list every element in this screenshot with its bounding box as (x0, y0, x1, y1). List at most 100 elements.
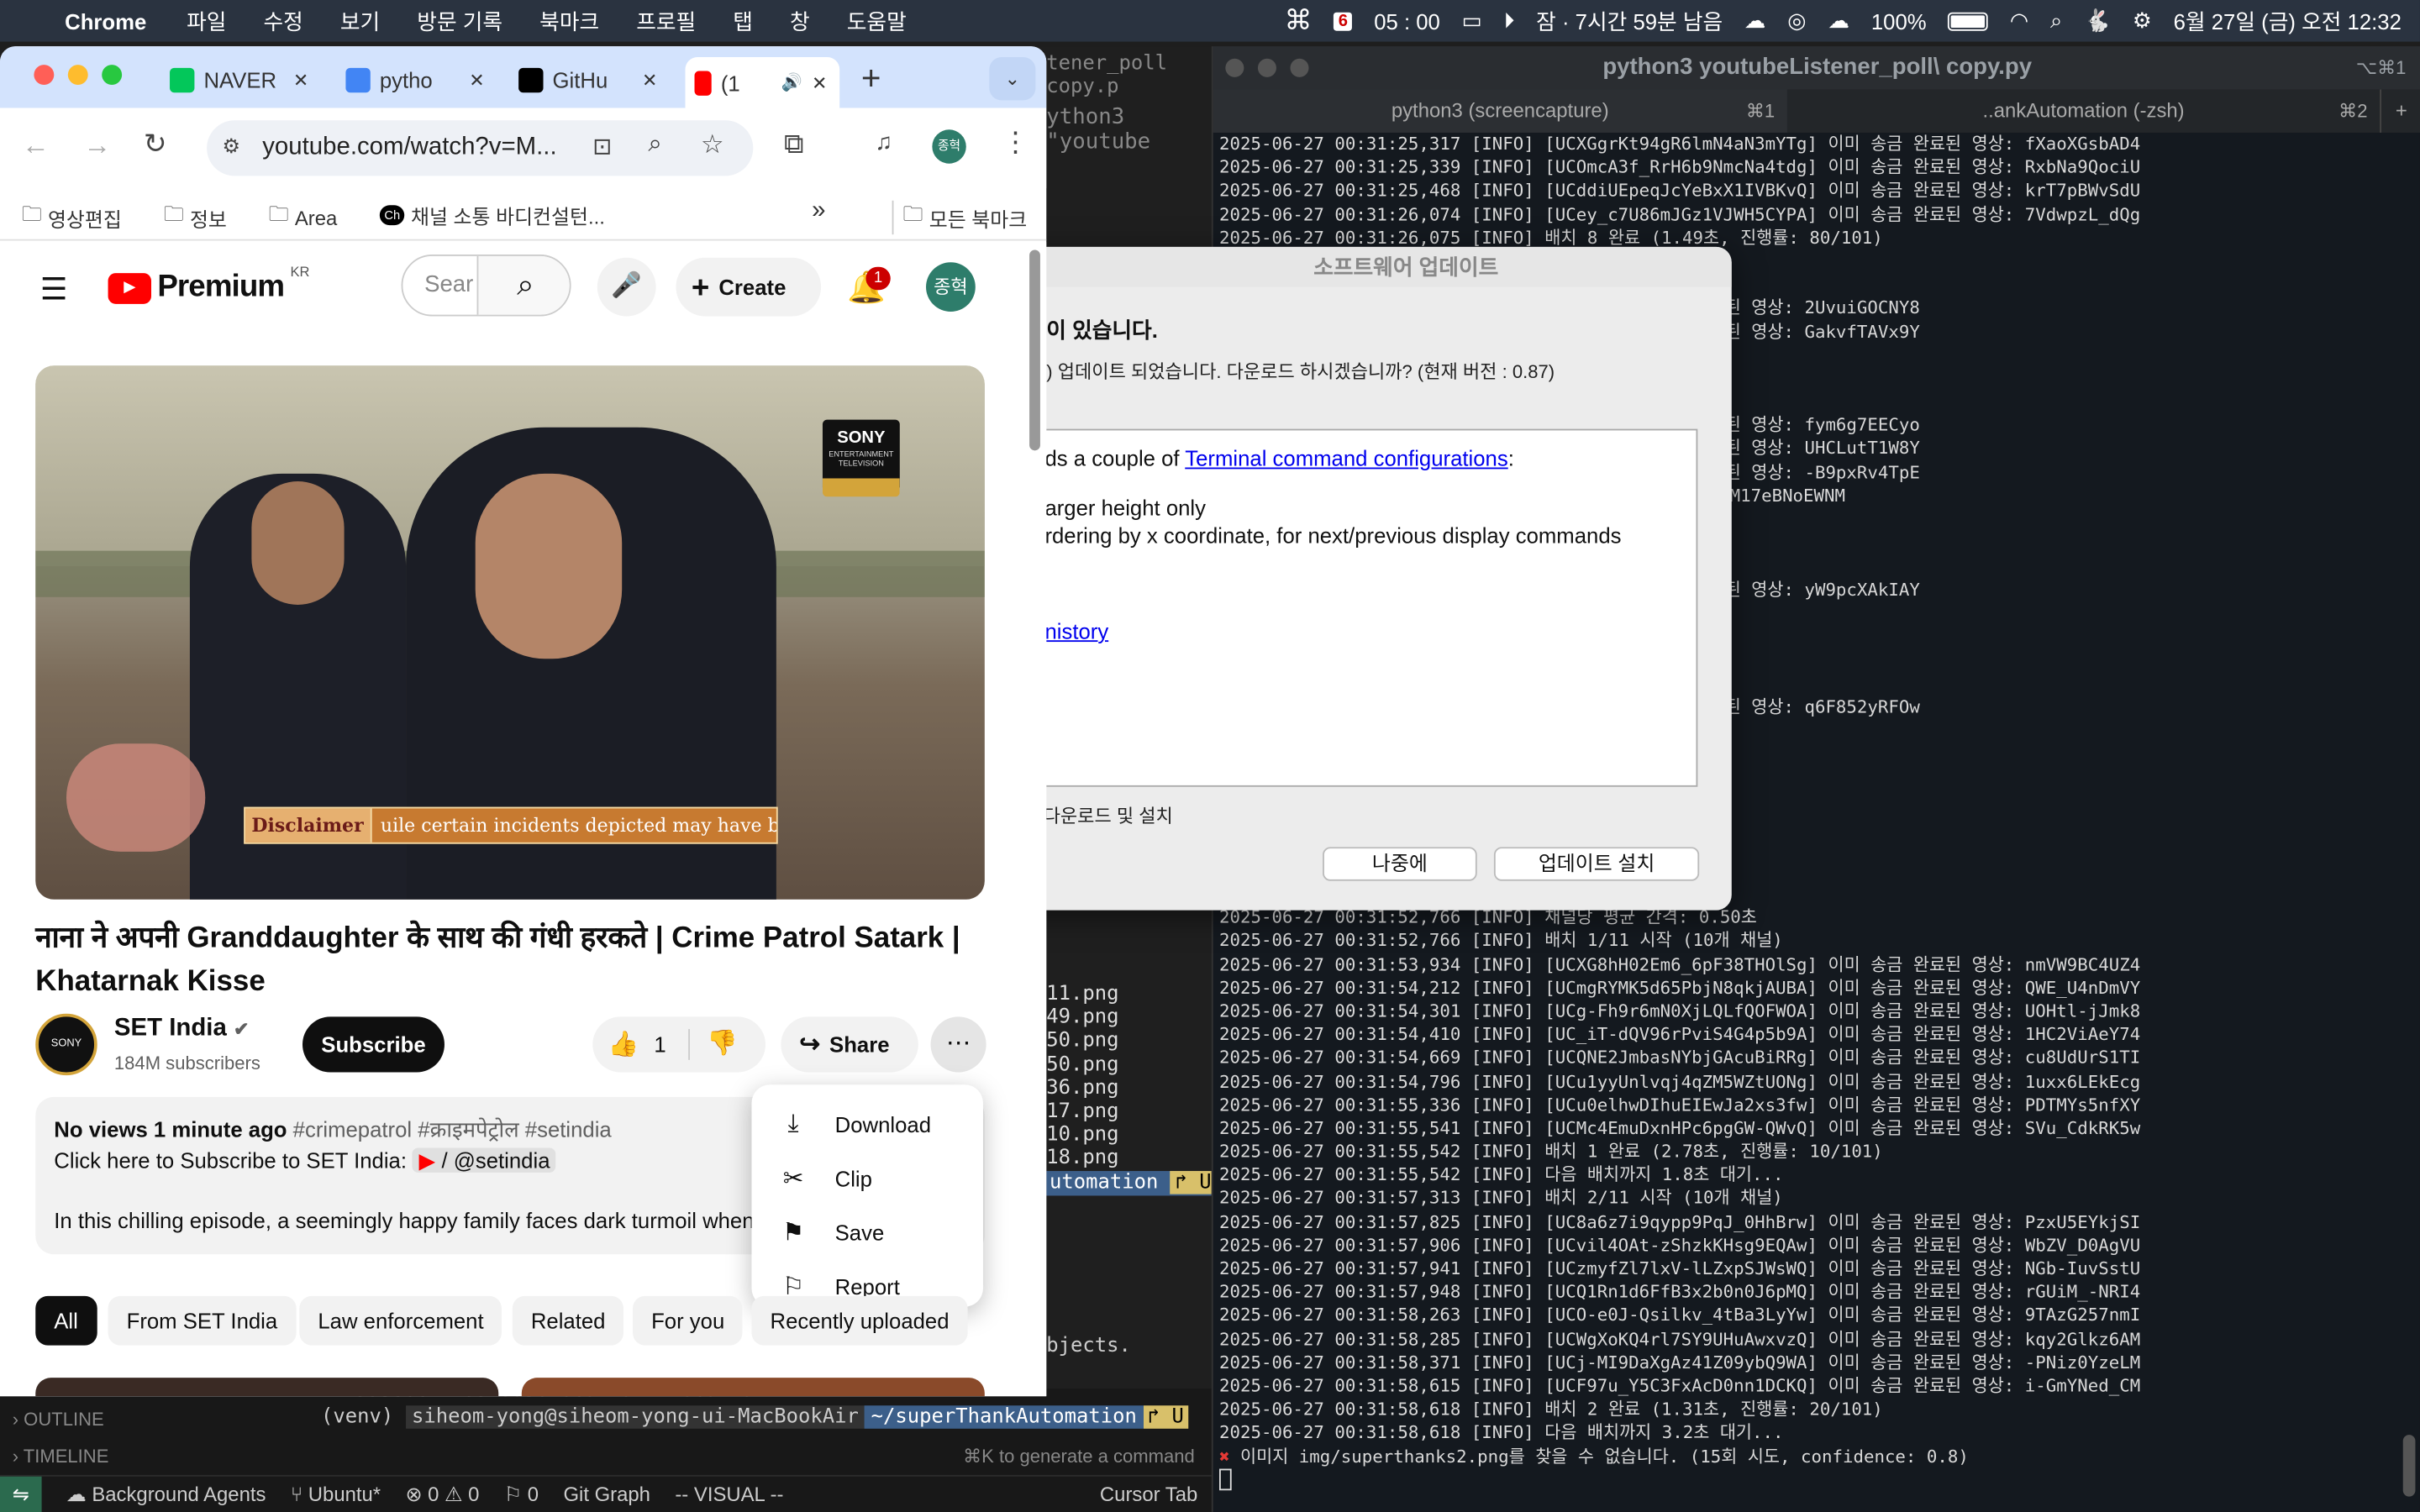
browser-tab[interactable]: pytho ✕ (336, 57, 497, 103)
close-window-button[interactable] (34, 65, 55, 86)
terminal-scrollbar[interactable] (2402, 1435, 2416, 1497)
like-button[interactable]: 👍 1 (608, 1016, 666, 1074)
hamburger-menu-icon[interactable]: ☰ (40, 270, 68, 308)
search-button[interactable]: ⌕ (476, 255, 570, 315)
browser-tab[interactable]: GitHu ✕ (509, 57, 670, 103)
later-button[interactable]: 나중에 (1323, 847, 1477, 881)
status-background-agents[interactable]: ☁ Background Agents (66, 1482, 266, 1506)
create-button[interactable]: + Create (676, 257, 822, 317)
search-box[interactable]: Search ⌕ (401, 255, 571, 317)
status-ports[interactable]: ⚐ 0 (504, 1482, 539, 1506)
bookmark-folder[interactable]: 🗀 영상편집 (22, 201, 122, 234)
filter-chip[interactable]: All (35, 1295, 97, 1346)
cloud-icon[interactable]: ☁ (1744, 8, 1766, 34)
recommendation-thumb[interactable] (35, 1378, 499, 1397)
history-link[interactable]: nistory (1044, 619, 1108, 643)
timeline-section[interactable]: › TIMELINE (13, 1446, 109, 1467)
extensions-icon[interactable]: ⧉ (784, 128, 804, 160)
vscode-tab[interactable]: tener_poll copy.p (1046, 52, 1219, 98)
voice-search-button[interactable]: 🎤 (597, 257, 656, 317)
search-icon[interactable]: ⌕ (2050, 8, 2062, 34)
tab-search-button[interactable]: ⌄ (989, 56, 1036, 101)
status-problems[interactable]: ⊗ 0 ⚠ 0 (405, 1482, 479, 1506)
filter-chip[interactable]: Recently uploaded (751, 1295, 968, 1346)
close-tab-icon[interactable]: ✕ (469, 70, 484, 92)
filter-chip[interactable]: From SET India (108, 1295, 297, 1346)
battery-icon[interactable] (1948, 11, 1989, 30)
speaker-icon[interactable]: 🔊 (781, 72, 802, 92)
video-hashtags[interactable]: #crimepatrol #क्राइमपेट्रोल #setindia (293, 1117, 612, 1142)
calendar-icon[interactable]: 6 (1334, 11, 1353, 30)
menu-clip[interactable]: ✂ Clip (751, 1151, 983, 1205)
account-avatar[interactable]: 종혁 (926, 262, 976, 312)
reload-icon[interactable]: ↻ (144, 128, 167, 160)
search-input[interactable]: Search (424, 271, 474, 297)
terminal-new-tab-button[interactable]: + (2380, 89, 2420, 133)
browser-tab[interactable]: NAVER ✕ (160, 57, 321, 103)
channel-handle-link[interactable]: ▶ / @setindia (413, 1147, 556, 1173)
more-bookmarks-icon[interactable]: » (812, 197, 825, 225)
airdrop-icon[interactable]: ◎ (1787, 8, 1806, 34)
menubar-item[interactable]: 북마크 (539, 5, 599, 36)
bookmark-link[interactable]: Ch 채널 소통 바디컨설턴... (379, 201, 605, 230)
more-actions-button[interactable]: ⋯ (930, 1016, 986, 1073)
menubar-item[interactable]: 탭 (733, 5, 753, 36)
channel-name[interactable]: SET India ✔ (114, 1016, 250, 1043)
video-player[interactable]: SONY ENTERTAINMENT TELEVISION Disclaimer… (35, 365, 985, 900)
address-bar[interactable]: ⚙ youtube.com/watch?v=M... ⊡ ⌕ ☆ (207, 120, 754, 176)
outline-section[interactable]: › OUTLINE (13, 1409, 104, 1431)
auto-install-label[interactable]: 다운로드 및 설치 (1044, 802, 1173, 828)
close-tab-icon[interactable]: ✕ (642, 70, 657, 92)
install-icon[interactable]: ⊡ (592, 133, 612, 160)
menubar-item[interactable]: 창 (790, 5, 810, 36)
youtube-logo[interactable]: ▶ Premium KR (108, 264, 309, 305)
menubar-item[interactable]: 수정 (263, 5, 302, 36)
back-icon[interactable]: ← (22, 129, 50, 162)
menu-download[interactable]: ⤓ Download (751, 1097, 983, 1151)
terminal-tab-2[interactable]: ..ankAutomation (-zsh) ⌘2 (1787, 90, 2380, 133)
terminal-config-link[interactable]: Terminal command configurations (1185, 446, 1507, 470)
bookmark-folder[interactable]: 🗀 정보 (164, 201, 227, 234)
media-controls-icon[interactable]: ♫ (875, 129, 892, 155)
bookmark-folder[interactable]: 🗀 Area (269, 201, 338, 234)
terminal-zoom-button[interactable] (1290, 58, 1309, 77)
wifi-icon[interactable]: ◠ (2010, 8, 2028, 34)
browser-tab[interactable]: (1 🔊 ✕ (685, 56, 840, 108)
minimize-window-button[interactable] (67, 65, 88, 86)
site-info-icon[interactable]: ⚙ (222, 134, 239, 159)
zoom-window-button[interactable] (102, 65, 123, 86)
close-tab-icon[interactable]: ✕ (293, 70, 308, 92)
bookmark-star-icon[interactable]: ☆ (701, 129, 724, 160)
page-scrollbar[interactable] (1029, 249, 1040, 451)
filter-chip[interactable]: Law enforcement (299, 1295, 502, 1346)
menubar-datetime[interactable]: 6월 27일 (금) 오전 12:32 (2174, 5, 2402, 36)
subscribe-button[interactable]: Subscribe (302, 1016, 445, 1073)
menubar-item[interactable]: 프로필 (636, 5, 696, 36)
dislike-button[interactable]: 👎 (707, 1016, 738, 1072)
filter-chip[interactable]: Related (512, 1295, 624, 1346)
terminal-minimize-button[interactable] (1257, 58, 1276, 77)
close-tab-icon[interactable]: ✕ (812, 71, 827, 93)
install-update-button[interactable]: 업데이트 설치 (1493, 847, 1700, 881)
rabbit-icon[interactable]: 🐇 (2084, 8, 2111, 34)
menubar-item[interactable]: 파일 (187, 5, 226, 36)
recommendation-thumb[interactable] (521, 1378, 985, 1397)
menu-save[interactable]: ⚑ Save (751, 1205, 983, 1258)
command-icon[interactable]: ⌘ (1284, 5, 1312, 38)
chrome-menu-icon[interactable]: ⋮ (1002, 127, 1029, 160)
menubar-item[interactable]: 방문 기록 (417, 5, 502, 36)
play-icon[interactable]: ⏵ (1504, 8, 1515, 34)
zoom-icon[interactable]: ⌕ (648, 131, 661, 159)
menubar-app-name[interactable]: Chrome (65, 8, 146, 33)
battery-time-text[interactable]: 잠 · 7시간 59분 남음 (1536, 5, 1723, 36)
status-cursor-tab[interactable]: Cursor Tab (1100, 1483, 1197, 1506)
status-branch[interactable]: ⑂ Ubuntu* (291, 1483, 381, 1506)
all-bookmarks-folder[interactable]: 🗀 모든 북마크 (892, 200, 1027, 235)
control-center-icon[interactable]: ⚙ (2133, 8, 2152, 34)
filter-chip[interactable]: For you (633, 1295, 744, 1346)
channel-avatar[interactable]: SONY (35, 1013, 97, 1076)
window-icon[interactable]: ▭ (1462, 8, 1482, 34)
battery-percent[interactable]: 100% (1871, 8, 1927, 33)
terminal-close-button[interactable] (1225, 58, 1244, 77)
menubar-item[interactable]: 보기 (340, 5, 380, 36)
